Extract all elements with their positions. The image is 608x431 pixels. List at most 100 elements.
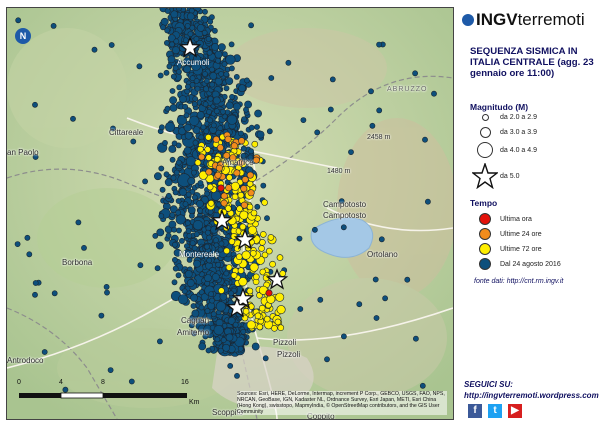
- label-pizzoli: Pizzoli: [277, 350, 301, 359]
- quake-marker: [231, 193, 239, 200]
- quake-marker: [237, 345, 244, 352]
- quake-marker: [213, 237, 219, 244]
- quake-marker: [182, 103, 189, 110]
- quake-marker: [265, 289, 273, 297]
- circle-medium-icon: [477, 142, 493, 158]
- quake-marker: [202, 71, 208, 77]
- quake-marker: [412, 335, 419, 342]
- quake-marker: [189, 75, 196, 82]
- quake-marker: [198, 304, 205, 311]
- quake-marker: [248, 22, 254, 29]
- quake-marker: [373, 315, 380, 321]
- quake-marker: [213, 108, 220, 115]
- quake-marker: [252, 156, 260, 164]
- quake-marker: [221, 61, 228, 68]
- label-abruzzo: ABRUZZO: [387, 86, 428, 93]
- quake-marker: [184, 83, 191, 90]
- quake-marker: [238, 137, 246, 145]
- quake-marker: [172, 189, 179, 196]
- youtube-icon[interactable]: ▶: [508, 404, 522, 418]
- quake-marker: [239, 210, 249, 220]
- legend-panel: INGVterremoti SEQUENZA SISMICA IN ITALIA…: [460, 0, 608, 431]
- quake-marker: [258, 245, 265, 252]
- quake-marker: [241, 176, 249, 184]
- label-amiterno: Amiterno: [177, 328, 210, 337]
- quake-marker: [232, 321, 239, 328]
- scale-tick-8: 8: [101, 379, 105, 386]
- quake-marker: [14, 241, 21, 247]
- quake-marker: [265, 247, 273, 255]
- quake-marker: [209, 72, 218, 80]
- quake-marker: [431, 90, 437, 97]
- quake-marker: [175, 198, 182, 204]
- quake-marker: [324, 356, 330, 363]
- twitter-icon[interactable]: t: [488, 404, 502, 418]
- quake-marker: [246, 287, 254, 295]
- map-canvas[interactable]: [7, 8, 453, 419]
- quake-marker: [311, 226, 318, 233]
- quake-marker: [237, 267, 245, 274]
- quake-marker: [246, 320, 256, 330]
- quake-marker: [229, 94, 235, 100]
- quake-marker: [160, 24, 166, 31]
- quake-marker: [228, 65, 235, 72]
- quake-marker: [277, 324, 285, 332]
- quake-marker: [152, 232, 159, 239]
- quake-marker: [259, 231, 267, 238]
- quake-marker: [165, 121, 176, 133]
- magnitude-title: Magnitudo (M): [470, 102, 529, 112]
- quake-marker: [382, 295, 388, 302]
- quake-marker: [225, 101, 234, 110]
- quake-marker: [412, 70, 418, 77]
- quake-marker: [193, 35, 200, 42]
- label-montereale: Montereale: [179, 250, 220, 259]
- quake-marker: [228, 290, 235, 297]
- quake-marker: [164, 105, 171, 112]
- quake-marker: [202, 101, 209, 108]
- quake-marker: [187, 206, 196, 215]
- quake-marker: [285, 59, 292, 66]
- quake-marker: [205, 347, 212, 354]
- quake-marker: [212, 135, 220, 143]
- quake-marker: [212, 96, 221, 105]
- quake-marker: [276, 305, 286, 315]
- quake-marker: [220, 108, 226, 115]
- quake-marker: [372, 276, 379, 283]
- quake-marker: [404, 276, 411, 283]
- quake-marker: [232, 102, 241, 111]
- quake-marker: [209, 66, 215, 73]
- quake-marker: [348, 149, 354, 155]
- quake-marker: [158, 165, 165, 172]
- quake-marker: [172, 265, 179, 272]
- quake-marker: [51, 290, 58, 297]
- quake-marker: [175, 8, 182, 12]
- quake-marker: [175, 142, 182, 149]
- quake-marker: [185, 156, 196, 167]
- facebook-icon[interactable]: f: [468, 404, 482, 418]
- quake-marker: [158, 213, 165, 219]
- quake-marker: [246, 171, 254, 179]
- quake-marker: [327, 106, 334, 113]
- map-frame[interactable]: N Accumoli Amatrice Cittareale an Paolo …: [6, 7, 454, 420]
- quake-marker: [103, 283, 110, 290]
- quake-marker: [216, 144, 224, 152]
- data-source[interactable]: fonte dati: http://cnt.rm.ingv.it: [474, 278, 563, 285]
- quake-marker: [251, 342, 260, 351]
- quake-marker: [209, 297, 215, 304]
- quake-marker: [256, 130, 265, 139]
- quake-marker: [175, 272, 182, 279]
- quake-marker: [256, 323, 264, 331]
- quake-marker: [195, 199, 204, 208]
- quake-marker: [225, 184, 233, 192]
- quake-marker: [275, 292, 285, 302]
- quake-marker: [248, 148, 254, 155]
- quake-marker: [260, 182, 267, 189]
- quake-marker: [179, 188, 187, 196]
- quake-marker: [171, 46, 180, 55]
- legend-mag-4: da 4.0 a 4.9: [470, 142, 537, 158]
- quake-marker: [254, 203, 261, 210]
- quake-marker: [249, 262, 259, 272]
- quake-marker: [215, 301, 226, 312]
- quake-marker: [213, 325, 224, 336]
- blog-link[interactable]: http://ingvterremoti.wordpress.com: [464, 391, 599, 400]
